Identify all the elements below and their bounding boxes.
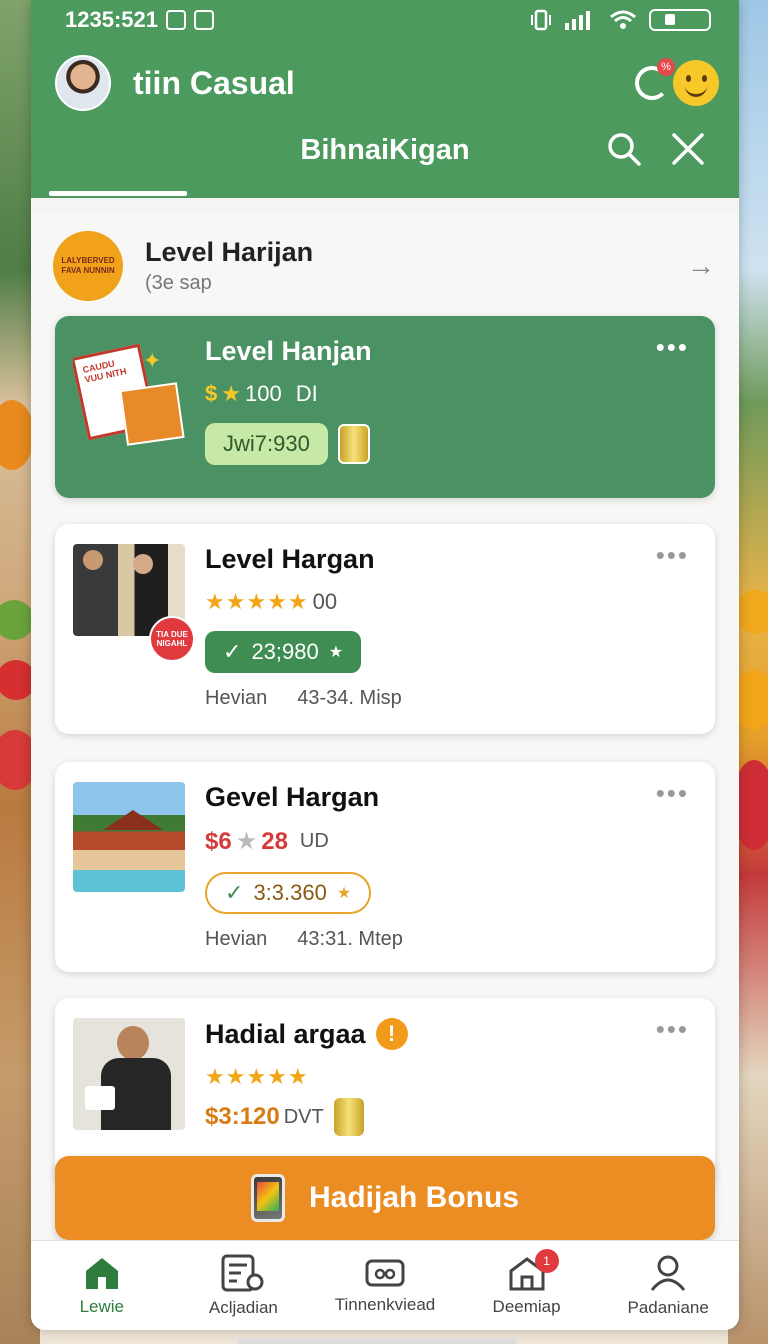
gift-pack-image: CAUDU VUU NITH ✦ (73, 342, 185, 454)
notification-icon (165, 10, 186, 30)
price-currency: $ (205, 381, 218, 406)
offer-card-featured[interactable]: CAUDU VUU NITH ✦ Level Hanjan $ ★ 100 DI… (55, 316, 715, 498)
points-value: 23;980 (251, 639, 319, 664)
phone-icon (250, 1174, 285, 1222)
tab-indicator (49, 191, 187, 196)
alert-icon: ! (375, 1018, 408, 1050)
offer-card[interactable]: Gevel Hargan $6 ★ 28 UD ✓ 3:3.360 ★ Hevi… (55, 762, 715, 972)
star-icon: ★ (221, 381, 241, 406)
star-icon: ★ (328, 644, 344, 661)
search-icon[interactable] (607, 132, 641, 166)
rating-text: 00 (312, 589, 338, 614)
tab-home[interactable]: Lewie (31, 1241, 173, 1330)
tab-label: Acljadian (208, 1297, 278, 1317)
meta-label: Hevian (205, 928, 268, 950)
message-icon (193, 10, 214, 30)
rating-stars: ★★★★★ (205, 1064, 309, 1089)
ticket-icon (365, 1259, 405, 1286)
close-icon[interactable] (671, 132, 705, 166)
points-pill[interactable]: ✓ 23;980 ★ (205, 631, 362, 673)
meta-value: 43-34. Misp (297, 687, 402, 709)
section-logo: LALYBERVED FAVA NUNNIN (53, 231, 123, 301)
price-unit: DI (295, 381, 318, 406)
tab-ticket[interactable]: Tinnenkviead (314, 1241, 456, 1330)
status-time: 1235:521 (65, 7, 158, 32)
tab-profile[interactable]: Padaniane (597, 1241, 739, 1330)
tab-list[interactable]: Acljadian (173, 1241, 315, 1330)
price-unit: DVT (283, 1105, 324, 1128)
price-value: 100 (244, 381, 282, 406)
phone-screen: 1235:521 tiin Casual % BihnaiKigan LALYB… (31, 0, 739, 1330)
page-title: BihnaiKigan (300, 133, 470, 166)
tab-label: Deemiap (492, 1296, 561, 1316)
resort-photo (73, 782, 185, 892)
meta-value: 43:31. Mtep (297, 928, 403, 950)
section-header[interactable]: LALYBERVED FAVA NUNNIN Level Harijan (3e… (53, 226, 715, 306)
price-a: $6 (205, 827, 232, 855)
app-title: tiin Casual (133, 64, 295, 101)
section-subtitle: (3e sap (145, 272, 212, 294)
app-header: 1235:521 tiin Casual % BihnaiKigan (31, 0, 739, 198)
man-photo (73, 1018, 185, 1130)
check-icon: ✓ (223, 639, 242, 664)
tab-label: Lewie (79, 1296, 124, 1316)
points-pill[interactable]: Jwi7:930 (205, 423, 328, 465)
coin-jar-icon (337, 424, 370, 464)
coin-jar-icon (333, 1098, 364, 1136)
card-title: Level Hanjan (205, 336, 372, 366)
profile-icon (651, 1255, 686, 1291)
card-title: Gevel Hargan (205, 782, 380, 812)
more-options-icon[interactable]: ••• (656, 542, 689, 568)
card-title: Hadial argaa (205, 1018, 366, 1049)
home-icon (85, 1257, 118, 1289)
bonus-button[interactable]: Hadijah Bonus (55, 1156, 715, 1240)
points-value: Jwi7:930 (223, 431, 310, 456)
wifi-icon (610, 10, 636, 29)
meta-label: Hevian (205, 687, 268, 709)
bonus-button-label: Hadijah Bonus (308, 1181, 519, 1214)
points-pill[interactable]: ✓ 3:3.360 ★ (205, 872, 372, 914)
offer-card[interactable]: TIA DUE NIGAHL Level Hargan ★★★★★ 00 ✓ 2… (55, 524, 715, 734)
sticker-badge: TIA DUE NIGAHL (149, 616, 195, 662)
points-value: 3:3.360 (253, 880, 327, 905)
avatar[interactable] (55, 55, 111, 111)
section-title: Level Harijan (145, 237, 314, 267)
status-bar: 1235:521 (31, 0, 739, 40)
tab-label: Tinnenkviead (334, 1294, 436, 1314)
signal-icon (565, 11, 590, 30)
more-options-icon[interactable]: ••• (656, 780, 689, 806)
tab-label: Padaniane (627, 1297, 709, 1317)
card-title: Level Hargan (205, 544, 375, 574)
more-options-icon[interactable]: ••• (656, 334, 689, 360)
price-value: $3:120 (205, 1103, 280, 1130)
content-area: LALYBERVED FAVA NUNNIN Level Harijan (3e… (31, 212, 739, 1330)
price-b: 28 (261, 827, 288, 855)
star-icon: ★ (235, 828, 258, 855)
tab-shop[interactable]: 1 Deemiap (456, 1241, 598, 1330)
bottom-tab-bar: Lewie Acljadian Tinnenkviead 1 Deemiap P… (31, 1240, 739, 1330)
tab-badge: 1 (534, 1249, 559, 1273)
check-icon: ✓ (225, 880, 244, 905)
star-icon: ★ (336, 885, 352, 902)
smiley-icon[interactable] (673, 60, 719, 106)
rating-stars: ★★★★★ (205, 589, 309, 614)
battery-icon (649, 9, 711, 31)
moon-icon[interactable]: % (635, 58, 675, 100)
notification-badge: % (657, 58, 675, 76)
chevron-right-icon[interactable]: → (687, 250, 715, 282)
more-options-icon[interactable]: ••• (656, 1016, 689, 1042)
vibrate-icon (531, 9, 551, 31)
price-unit: UD (299, 830, 329, 852)
home-indicator (237, 1338, 517, 1344)
list-icon (221, 1254, 264, 1291)
